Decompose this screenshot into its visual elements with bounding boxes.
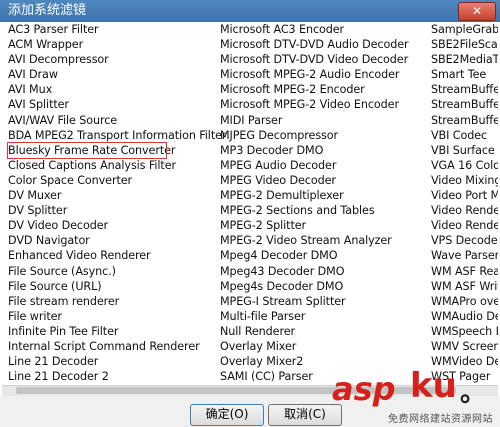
filter-list-item[interactable]: Line 21 Decoder — [8, 354, 226, 369]
filter-column-2: Microsoft AC3 Encoder Microsoft DTV-DVD A… — [220, 22, 409, 384]
filter-list-item[interactable]: WMSpeech D — [431, 324, 498, 339]
filter-list-item[interactable]: StreamBufferS — [431, 97, 498, 112]
filter-list-item[interactable]: WMAPro over — [431, 294, 498, 309]
filter-list-item[interactable]: Enhanced Video Renderer — [8, 248, 226, 263]
filter-list-item[interactable]: Overlay Mixer2 — [220, 354, 409, 369]
ok-button[interactable]: 确定(O) — [190, 404, 264, 426]
filter-list-item[interactable]: DV Muxer — [8, 188, 226, 203]
filter-list-item[interactable]: Line 21 Decoder 2 — [8, 369, 226, 384]
filter-list-item[interactable]: Mpeg43 Decoder DMO — [220, 264, 409, 279]
filter-list-item[interactable]: Video Port M — [431, 188, 498, 203]
close-icon: ✕ — [471, 4, 483, 18]
filter-list-item[interactable]: Microsoft MPEG-2 Video Encoder — [220, 97, 409, 112]
watermark-brand: asp — [332, 370, 396, 408]
filter-list-item[interactable]: AVI Mux — [8, 82, 226, 97]
cancel-button[interactable]: 取消(C) — [268, 404, 342, 426]
filter-list-item[interactable]: Color Space Converter — [8, 173, 226, 188]
filter-list-item[interactable]: File writer — [8, 309, 226, 324]
filter-list-item[interactable]: MP3 Decoder DMO — [220, 143, 409, 158]
filter-list-item[interactable]: StreamBufferS — [431, 82, 498, 97]
filter-list-item[interactable]: Multi-file Parser — [220, 309, 409, 324]
filter-list-item[interactable]: WMV Screen — [431, 339, 498, 354]
filter-list-item[interactable]: StreamBufferS — [431, 113, 498, 128]
filter-list[interactable]: AC3 Parser Filter ACM Wrapper AVI Decompre… — [2, 22, 498, 384]
filter-list-item[interactable]: AVI Decompressor — [8, 52, 226, 67]
filter-list-item[interactable]: MPEG-I Stream Splitter — [220, 294, 409, 309]
filter-list-item[interactable]: SampleGrabb — [431, 22, 498, 37]
filter-list-item[interactable]: MPEG-2 Splitter — [220, 218, 409, 233]
filter-list-item[interactable]: VBI Surface Al — [431, 143, 498, 158]
filter-list-item[interactable]: Infinite Pin Tee Filter — [8, 324, 226, 339]
filter-list-item[interactable]: Video Render — [431, 218, 498, 233]
filter-list-item[interactable]: VBI Codec — [431, 128, 498, 143]
filter-column-3: SampleGrabbSBE2FileScanSBE2MediaTypSmart… — [431, 22, 498, 384]
filter-list-item[interactable]: Microsoft DTV-DVD Video Decoder — [220, 52, 409, 67]
filter-column-1: AC3 Parser Filter ACM Wrapper AVI Decompre… — [7, 22, 226, 384]
filter-list-item[interactable]: Overlay Mixer — [220, 339, 409, 354]
filter-list-item[interactable]: Microsoft DTV-DVD Audio Decoder — [220, 37, 409, 52]
filter-list-item[interactable]: WM ASF Read — [431, 264, 498, 279]
filter-list-item[interactable]: Mpeg4s Decoder DMO — [220, 279, 409, 294]
filter-list-item[interactable]: DV Splitter — [8, 203, 226, 218]
filter-list-item[interactable]: File Source (URL) — [8, 279, 226, 294]
watermark-logo: asp ku 。 免费网络建站资源网站 — [332, 366, 500, 427]
filter-list-item[interactable]: MPEG-2 Sections and Tables — [220, 203, 409, 218]
filter-list-item[interactable]: ACM Wrapper — [8, 37, 226, 52]
filter-list-item[interactable]: MPEG-2 Demultiplexer — [220, 188, 409, 203]
filter-list-item[interactable]: Mpeg4 Decoder DMO — [220, 248, 409, 263]
filter-list-item[interactable]: MJPEG Decompressor — [220, 128, 409, 143]
watermark-suffix: 。 — [460, 378, 487, 408]
filter-list-item[interactable]: DVD Navigator — [8, 233, 226, 248]
filter-list-item[interactable]: VGA 16 Color — [431, 158, 498, 173]
filter-list-item[interactable]: MIDI Parser — [220, 113, 409, 128]
filter-list-item[interactable]: SBE2FileScan — [431, 37, 498, 52]
filter-list-item[interactable]: Closed Captions Analysis Filter — [8, 158, 226, 173]
filter-list-item[interactable]: AVI Draw — [8, 67, 226, 82]
filter-list-item[interactable]: File Source (Async.) — [8, 264, 226, 279]
filter-list-item[interactable]: File stream renderer — [8, 294, 226, 309]
filter-list-item[interactable]: SBE2MediaTyp — [431, 52, 498, 67]
filter-list-item[interactable]: Internal Script Command Renderer — [8, 339, 226, 354]
watermark-subtitle: 免费网络建站资源网站 — [388, 414, 493, 425]
dialog-title: 添加系统滤镜 — [8, 3, 87, 18]
filter-list-item[interactable]: Bluesky Frame Rate Converter — [7, 141, 175, 159]
filter-list-item[interactable]: AVI/WAV File Source — [8, 113, 226, 128]
close-button[interactable]: ✕ — [458, 2, 496, 21]
filter-list-item[interactable]: WM ASF Writ — [431, 279, 498, 294]
dialog-titlebar: 添加系统滤镜 ✕ — [0, 0, 500, 22]
filter-list-item[interactable]: Microsoft MPEG-2 Audio Encoder — [220, 67, 409, 82]
filter-list-item[interactable]: Wave Parser — [431, 248, 498, 263]
filter-list-item[interactable]: Video Render — [431, 203, 498, 218]
filter-list-item[interactable]: MPEG Video Decoder — [220, 173, 409, 188]
filter-list-item[interactable]: BDA MPEG2 Transport Information Filter — [8, 128, 226, 143]
filter-list-item[interactable]: MPEG Audio Decoder — [220, 158, 409, 173]
filter-list-item[interactable]: MPEG-2 Video Stream Analyzer — [220, 233, 409, 248]
filter-list-item[interactable]: Null Renderer — [220, 324, 409, 339]
filter-list-item[interactable]: VPS Decoder — [431, 233, 498, 248]
filter-list-item[interactable]: AC3 Parser Filter — [8, 22, 226, 37]
filter-list-item[interactable]: Microsoft MPEG-2 Encoder — [220, 82, 409, 97]
watermark-brand-cn: ku — [410, 366, 457, 406]
filter-list-item[interactable]: DV Video Decoder — [8, 218, 226, 233]
filter-list-item[interactable]: Microsoft AC3 Encoder — [220, 22, 409, 37]
filter-list-item[interactable]: Video Mixing — [431, 173, 498, 188]
filter-list-item[interactable]: Smart Tee — [431, 67, 498, 82]
filter-list-item[interactable]: AVI Splitter — [8, 97, 226, 112]
filter-list-item[interactable]: WMAudio Dec — [431, 309, 498, 324]
